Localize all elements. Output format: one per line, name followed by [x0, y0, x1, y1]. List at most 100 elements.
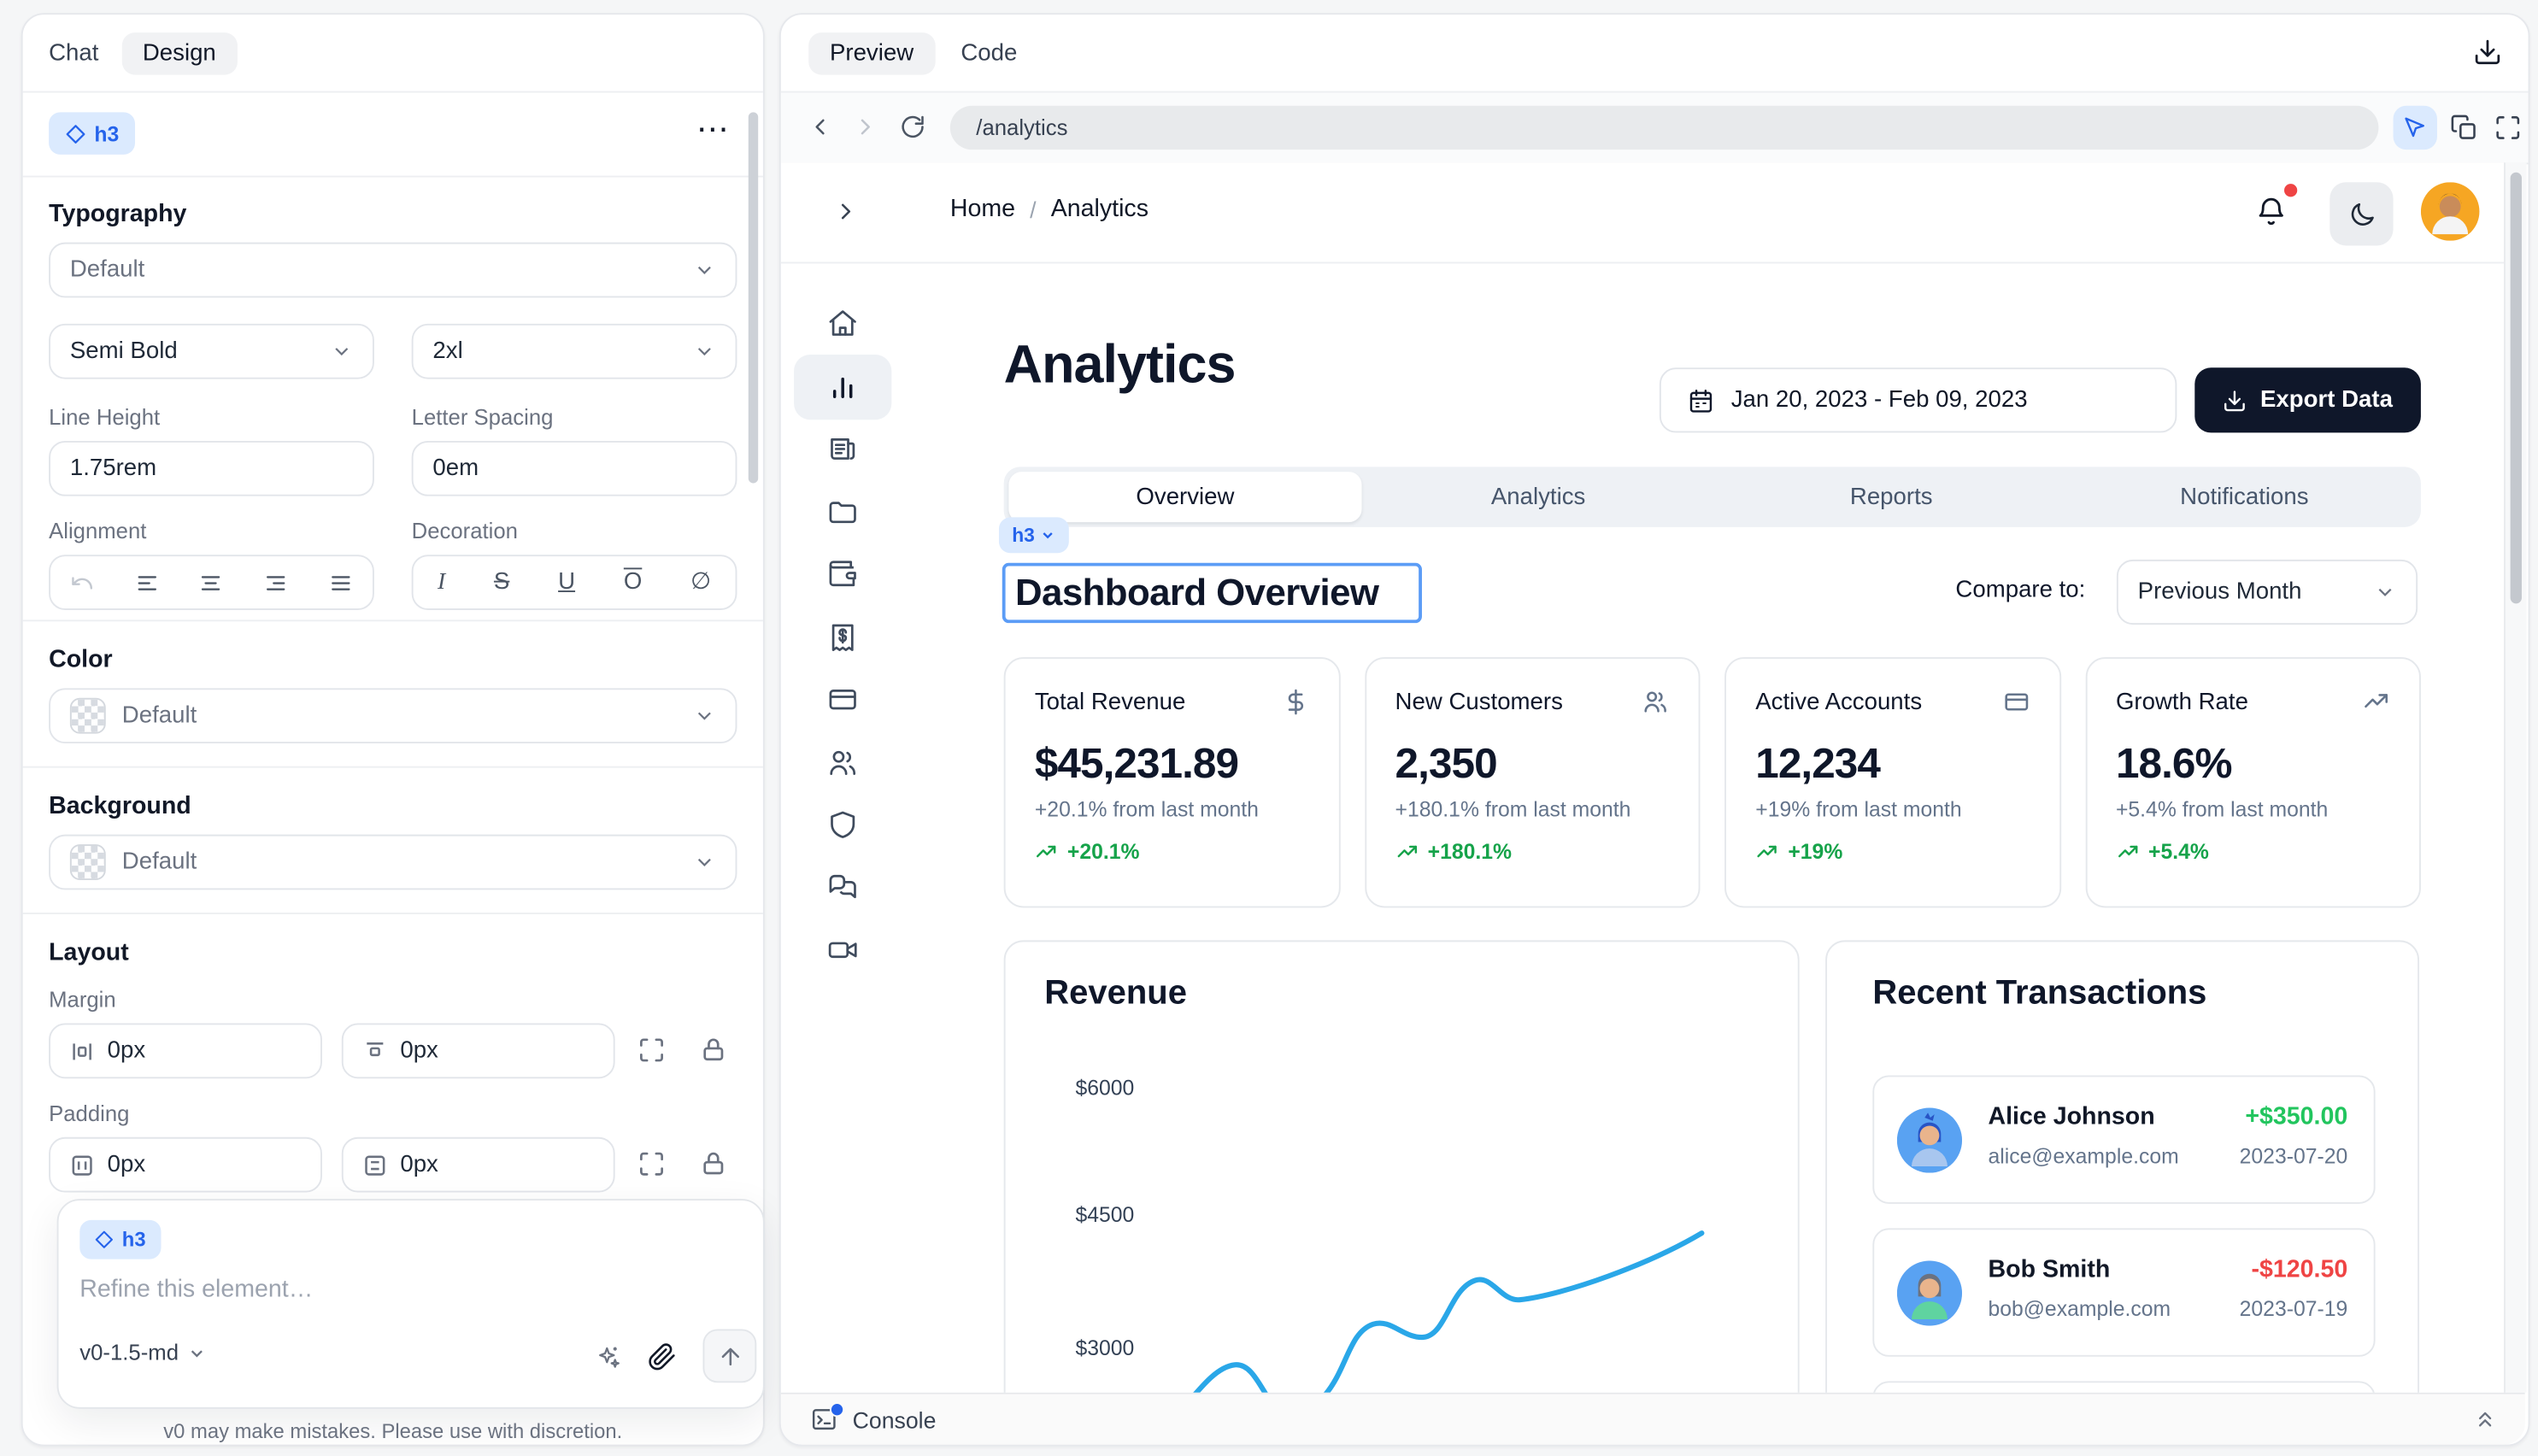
- url-bar[interactable]: /analytics: [950, 106, 2379, 150]
- avatar[interactable]: [2421, 182, 2480, 241]
- align-left-icon[interactable]: [135, 570, 160, 595]
- submit-button[interactable]: [702, 1329, 756, 1383]
- selected-element-chip[interactable]: h3: [49, 112, 135, 155]
- underline-icon[interactable]: U: [558, 569, 575, 595]
- sparkles-icon[interactable]: [596, 1344, 623, 1371]
- left-panel-scrollbar[interactable]: [749, 112, 758, 483]
- copy-pages-icon[interactable]: [2450, 114, 2477, 141]
- avatar: [1897, 1108, 1962, 1173]
- padding-x-input[interactable]: 0px: [49, 1137, 322, 1193]
- stat-value: 18.6%: [2116, 738, 2390, 789]
- color-select[interactable]: Default: [49, 688, 737, 743]
- tab-reports[interactable]: Reports: [1715, 467, 2068, 526]
- tab-analytics[interactable]: Analytics: [1362, 467, 1715, 526]
- chevrons-up-icon[interactable]: [2473, 1407, 2498, 1432]
- letter-spacing-label: Letter Spacing: [412, 405, 554, 430]
- breadcrumb: Home / Analytics: [950, 195, 1149, 222]
- chevron-down-icon: [693, 259, 716, 282]
- chevron-down-icon: [1040, 527, 1056, 543]
- date-range-picker[interactable]: Jan 20, 2023 - Feb 09, 2023: [1660, 367, 2177, 432]
- tab-chat[interactable]: Chat: [49, 41, 98, 67]
- breadcrumb-home[interactable]: Home: [950, 195, 1015, 222]
- calendar-icon: [1687, 386, 1714, 414]
- margin-expand-icon[interactable]: [637, 1036, 665, 1064]
- padding-y-input[interactable]: 0px: [342, 1137, 615, 1193]
- refine-input[interactable]: Refine this element…: [79, 1276, 313, 1303]
- typography-section-title: Typography: [49, 200, 186, 227]
- rail-video-icon[interactable]: [826, 934, 859, 996]
- rail-wallet-icon[interactable]: [826, 558, 859, 620]
- tab-design[interactable]: Design: [121, 32, 237, 75]
- compare-select[interactable]: Previous Month: [2117, 560, 2418, 625]
- rail-shield-icon[interactable]: [826, 808, 859, 871]
- browser-nav-bar: /analytics: [781, 93, 2529, 165]
- tab-notifications[interactable]: Notifications: [2068, 467, 2421, 526]
- font-size-select[interactable]: 2xl: [412, 324, 737, 379]
- console-bar[interactable]: Console: [781, 1393, 2525, 1445]
- transparent-swatch-icon: [70, 844, 106, 880]
- padding-expand-icon[interactable]: [637, 1150, 665, 1177]
- margin-y-input[interactable]: 0px: [342, 1024, 615, 1079]
- stat-card-new-customers: New Customers 2,350 +180.1% from last mo…: [1364, 657, 1700, 907]
- align-right-icon[interactable]: [264, 570, 289, 595]
- background-select[interactable]: Default: [49, 835, 737, 890]
- font-family-select[interactable]: Default: [49, 243, 737, 298]
- rail-messages-icon[interactable]: [826, 872, 859, 934]
- italic-icon[interactable]: I: [438, 568, 445, 596]
- preview-scrollbar-track[interactable]: [2504, 162, 2527, 1392]
- margin-lock-icon[interactable]: [700, 1036, 727, 1064]
- undo-icon[interactable]: [70, 570, 95, 595]
- layout-section-title: Layout: [49, 939, 129, 966]
- model-select[interactable]: v0-1.5-md: [79, 1341, 206, 1365]
- rail-news-icon[interactable]: [826, 432, 859, 495]
- tab-code[interactable]: Code: [961, 40, 1017, 66]
- line-height-input[interactable]: 1.75rem: [49, 441, 374, 496]
- transaction-row[interactable]: Bob Smith bob@example.com -$120.50 2023-…: [1872, 1228, 2375, 1356]
- overline-icon[interactable]: O: [624, 569, 642, 595]
- diamond-icon: [65, 123, 86, 144]
- preview-scrollbar-thumb[interactable]: [2511, 173, 2522, 604]
- stat-sub: +19% from last month: [1755, 797, 2030, 822]
- download-icon[interactable]: [2473, 38, 2502, 67]
- avatar: [1897, 1260, 1962, 1325]
- back-icon[interactable]: [807, 114, 832, 139]
- rail-folder-icon[interactable]: [826, 496, 859, 558]
- users-icon: [1642, 688, 1669, 715]
- rail-home-icon[interactable]: [826, 308, 859, 370]
- padding-lock-icon[interactable]: [700, 1150, 727, 1177]
- composer-element-chip[interactable]: h3: [79, 1220, 160, 1259]
- font-weight-select[interactable]: Semi Bold: [49, 324, 374, 379]
- forward-icon[interactable]: [853, 114, 878, 139]
- transaction-row-partial[interactable]: [1872, 1381, 2375, 1392]
- selected-heading-outline[interactable]: Dashboard Overview: [1002, 563, 1422, 623]
- tab-overview[interactable]: Overview: [1008, 472, 1361, 522]
- tab-preview[interactable]: Preview: [808, 32, 935, 74]
- rail-receipt-icon[interactable]: [826, 620, 859, 683]
- align-justify-icon[interactable]: [328, 570, 353, 595]
- rail-credit-card-icon[interactable]: [826, 684, 859, 746]
- strikethrough-icon[interactable]: S: [494, 569, 509, 595]
- alignment-label: Alignment: [49, 519, 146, 543]
- select-element-button[interactable]: [2394, 106, 2437, 150]
- stat-trend: +5.4%: [2148, 839, 2209, 864]
- rail-users-icon[interactable]: [826, 746, 859, 808]
- align-center-icon[interactable]: [199, 570, 224, 595]
- transaction-row[interactable]: Alice Johnson alice@example.com +$350.00…: [1872, 1075, 2375, 1203]
- letter-spacing-input[interactable]: 0em: [412, 441, 737, 496]
- margin-x-input[interactable]: 0px: [49, 1024, 322, 1079]
- transparent-swatch-icon: [70, 698, 106, 734]
- stat-sub: +20.1% from last month: [1035, 797, 1309, 822]
- paperclip-icon[interactable]: [648, 1342, 677, 1371]
- export-data-button[interactable]: Export Data: [2194, 367, 2421, 432]
- sidebar-expand-icon[interactable]: [833, 198, 859, 224]
- fullscreen-icon[interactable]: [2494, 114, 2522, 141]
- no-decoration-icon[interactable]: ∅: [690, 569, 711, 595]
- rail-analytics-icon[interactable]: [826, 370, 859, 432]
- dark-mode-toggle[interactable]: [2329, 182, 2393, 245]
- revenue-line-chart: [1006, 942, 1800, 1392]
- selection-tag-chip[interactable]: h3: [999, 517, 1069, 553]
- refresh-icon[interactable]: [900, 114, 925, 139]
- bell-icon[interactable]: [2255, 195, 2288, 227]
- more-options-button[interactable]: ⋯: [696, 109, 731, 150]
- trend-up-icon: [1035, 840, 1058, 863]
